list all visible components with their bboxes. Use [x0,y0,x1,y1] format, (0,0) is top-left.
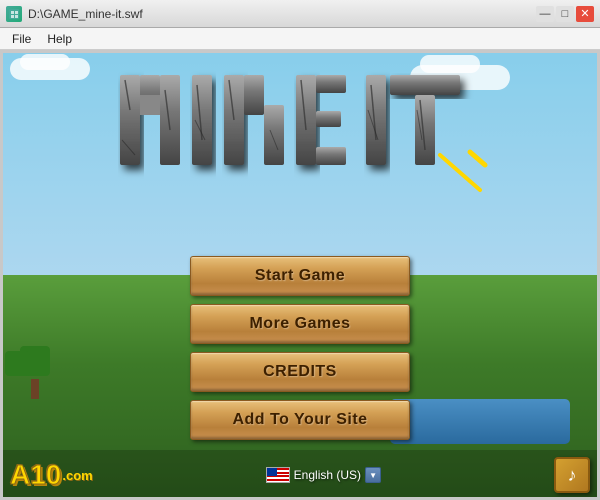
cloud-2 [20,54,70,70]
add-to-site-button[interactable]: Add To Your Site [190,400,410,440]
flag-blue-canton [267,468,277,476]
titlebar-left: D:\GAME_mine-it.swf [6,6,143,22]
maximize-button[interactable]: □ [556,6,574,22]
tree-trunk-1 [31,379,39,399]
menu-buttons-container: Start Game More Games CREDITS Add To You… [190,256,410,440]
close-button[interactable]: ✕ [576,6,594,22]
credits-button[interactable]: CREDITS [190,352,410,392]
menu-file[interactable]: File [4,30,39,48]
window-title: D:\GAME_mine-it.swf [28,7,143,21]
language-label: English (US) [294,468,361,482]
flag-stripes-bottom [267,475,289,482]
a10-logo-text: A10 [10,459,61,491]
more-games-button[interactable]: More Games [190,304,410,344]
flag-icon [266,467,290,483]
language-dropdown-arrow[interactable]: ▼ [365,467,381,483]
titlebar-controls: — □ ✕ [536,6,594,22]
menubar: File Help [0,28,600,50]
titlebar: D:\GAME_mine-it.swf — □ ✕ [0,0,600,28]
game-area: Start Game More Games CREDITS Add To You… [0,50,600,500]
game-title-area [110,60,490,210]
app-icon [6,6,22,22]
bottom-bar: A10 .com English (US) ▼ ♪ [0,450,600,500]
water-area [390,399,570,444]
tree-leaves-2 [5,351,30,376]
a10-logo-suffix: .com [62,468,92,483]
music-button[interactable]: ♪ [554,457,590,493]
a10-logo: A10 .com [10,459,93,491]
start-game-button[interactable]: Start Game [190,256,410,296]
language-selector[interactable]: English (US) ▼ [266,467,381,483]
minimize-button[interactable]: — [536,6,554,22]
game-title-svg [110,60,490,200]
menu-help[interactable]: Help [39,30,80,48]
